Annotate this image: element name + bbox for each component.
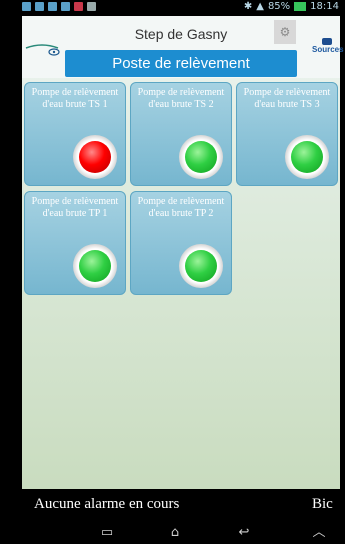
sources-logo-mark — [322, 38, 332, 45]
status-right: ✱ ▲ 85% 18:14 — [244, 1, 339, 12]
home-icon[interactable]: ⌂ — [166, 526, 184, 539]
settings-icon[interactable]: ⚙ — [274, 20, 296, 44]
app-window: Step de Gasny ⚙ Sources Poste de relèvem… — [22, 16, 344, 489]
image-icon — [87, 2, 96, 11]
battery-icon — [294, 2, 307, 11]
sources-logo: Sources — [312, 38, 344, 62]
pump-tile-tp2[interactable]: Pompe de relèvement d'eau brute TP 2 — [130, 191, 232, 295]
pump-tile-tp1[interactable]: Pompe de relèvement d'eau brute TP 1 — [24, 191, 126, 295]
pump-label: Pompe de relèvement d'eau brute TP 2 — [137, 196, 225, 219]
pump-tile-ts1[interactable]: Pompe de relèvement d'eau brute TS 1 — [24, 82, 126, 186]
section-button[interactable]: Poste de relèvement — [65, 50, 297, 77]
status-light — [179, 244, 223, 288]
sources-logo-text: Sources — [312, 45, 344, 54]
status-light — [73, 135, 117, 179]
alarm-trailing-text: Bic — [312, 496, 333, 512]
company-logo — [25, 44, 60, 56]
status-light-green — [79, 250, 111, 282]
signal-icon: ▲ — [256, 1, 264, 12]
back-icon[interactable]: ↩ — [235, 526, 253, 539]
alarm-bar: Aucune alarme en cours Bic — [22, 489, 340, 521]
notification-icon — [61, 2, 70, 11]
pump-tile-ts3[interactable]: Pompe de relèvement d'eau brute TS 3 — [236, 82, 338, 186]
status-light-green — [185, 141, 217, 173]
mail-icon — [74, 2, 83, 11]
recent-apps-icon[interactable]: ▭ — [98, 526, 116, 539]
alarm-message: Aucune alarme en cours — [34, 496, 180, 512]
pump-label: Pompe de relèvement d'eau brute TP 1 — [31, 196, 119, 219]
pump-label: Pompe de relèvement d'eau brute TS 2 — [137, 87, 225, 110]
status-bar: ✱ ▲ 85% 18:14 — [0, 0, 345, 16]
status-light-green — [291, 141, 323, 173]
battery-percent: 85% — [267, 1, 291, 12]
clock: 18:14 — [310, 1, 339, 12]
status-light-red — [79, 141, 111, 173]
status-icons — [22, 2, 96, 11]
notification-icon — [48, 2, 57, 11]
bluetooth-icon: ✱ — [243, 1, 253, 12]
pump-label: Pompe de relèvement d'eau brute TS 3 — [243, 87, 331, 110]
status-light — [285, 135, 329, 179]
notification-icon — [22, 2, 31, 11]
pump-label: Pompe de relèvement d'eau brute TS 1 — [31, 87, 119, 110]
status-light — [179, 135, 223, 179]
status-light-green — [185, 250, 217, 282]
menu-up-icon[interactable]: ︿ — [310, 526, 328, 539]
title-bar: Step de Gasny ⚙ Sources Poste de relèvem… — [22, 16, 344, 78]
navigation-bar: ▭ ⌂ ↩ ︿ — [0, 521, 345, 544]
pump-tile-ts2[interactable]: Pompe de relèvement d'eau brute TS 2 — [130, 82, 232, 186]
notification-icon — [35, 2, 44, 11]
status-light — [73, 244, 117, 288]
